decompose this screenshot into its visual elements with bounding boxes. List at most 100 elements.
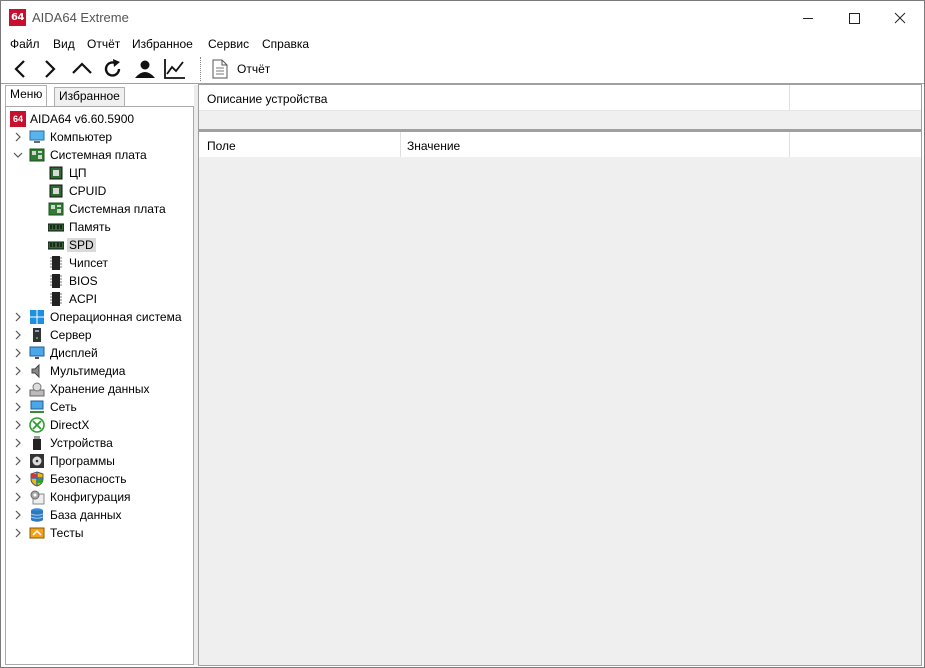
chevron-right-icon[interactable]: [13, 384, 23, 394]
chevron-right-icon[interactable]: [13, 132, 23, 142]
tree-item-root[interactable]: 64 AIDA64 v6.60.5900: [6, 110, 193, 128]
tree-label: Безопасность: [50, 472, 127, 486]
chip-icon: [50, 256, 62, 270]
menu-help[interactable]: Справка: [262, 37, 309, 51]
content-pane: Описание устройства Поле Значение: [198, 84, 922, 666]
tab-favorites[interactable]: Избранное: [54, 87, 125, 106]
tree-item-tests[interactable]: Тесты: [6, 524, 193, 542]
minimize-button[interactable]: [785, 1, 831, 35]
tree-item-directx[interactable]: DirectX: [6, 416, 193, 434]
tree-item-database[interactable]: База данных: [6, 506, 193, 524]
up-button[interactable]: [69, 56, 95, 82]
properties-list[interactable]: Поле Значение: [198, 130, 922, 666]
tree-label: Программы: [50, 454, 115, 468]
chevron-right-icon[interactable]: [13, 312, 23, 322]
menu-service[interactable]: Сервис: [208, 37, 249, 51]
column-separator[interactable]: [789, 85, 790, 110]
tree-item-programs[interactable]: Программы: [6, 452, 193, 470]
refresh-button[interactable]: [100, 56, 126, 82]
tree-item-bios[interactable]: BIOS: [6, 272, 193, 290]
chevron-right-icon[interactable]: [13, 456, 23, 466]
tree-label: ЦП: [69, 166, 87, 180]
toolbar-separator: [200, 57, 202, 81]
column-header-field[interactable]: Поле: [207, 139, 236, 153]
aida64-logo-icon: 64: [10, 111, 26, 127]
tree-item-network[interactable]: Сеть: [6, 398, 193, 416]
windows-icon: [30, 310, 44, 324]
chip-icon: [50, 274, 62, 288]
disk-icon: [29, 382, 45, 397]
chevron-up-icon: [72, 62, 92, 74]
tree-item-chipset[interactable]: Чипсет: [6, 254, 193, 272]
shield-icon: [30, 471, 44, 487]
device-description-header: Описание устройства: [199, 85, 921, 111]
tree-item-cpuid[interactable]: CPUID: [6, 182, 193, 200]
tab-menu[interactable]: Меню: [5, 85, 48, 106]
motherboard-icon: [29, 148, 45, 162]
maximize-button[interactable]: [831, 1, 877, 35]
tree-item-multimedia[interactable]: Мультимедиа: [6, 362, 193, 380]
menu-report[interactable]: Отчёт: [87, 37, 120, 51]
tree-item-config[interactable]: Конфигурация: [6, 488, 193, 506]
tree-item-server[interactable]: Сервер: [6, 326, 193, 344]
menu-file[interactable]: Файл: [10, 37, 40, 51]
tree-item-computer[interactable]: Компьютер: [6, 128, 193, 146]
menu-view[interactable]: Вид: [53, 37, 75, 51]
tree-label: ACPI: [69, 292, 98, 306]
chevron-right-icon: [45, 60, 56, 78]
tree-label: Чипсет: [69, 256, 108, 270]
column-header-value[interactable]: Значение: [407, 139, 460, 153]
chevron-right-icon[interactable]: [13, 528, 23, 538]
tree-item-cpu[interactable]: ЦП: [6, 164, 193, 182]
close-button[interactable]: [877, 1, 923, 35]
window-title: AIDA64 Extreme: [32, 10, 129, 25]
nav-tabs: Меню Избранное: [2, 85, 198, 106]
tree-item-os[interactable]: Операционная система: [6, 308, 193, 326]
back-button[interactable]: [8, 56, 34, 82]
chevron-right-icon[interactable]: [13, 510, 23, 520]
tree-item-memory[interactable]: Память: [6, 218, 193, 236]
chevron-right-icon[interactable]: [13, 492, 23, 502]
chevron-right-icon[interactable]: [13, 330, 23, 340]
forward-button[interactable]: [37, 56, 63, 82]
device-tree[interactable]: 64 AIDA64 v6.60.5900 Компьютер Системная…: [5, 106, 194, 665]
benchmark-button[interactable]: [162, 56, 188, 82]
user-button[interactable]: [131, 56, 157, 82]
refresh-icon: [104, 59, 121, 77]
chevron-right-icon[interactable]: [13, 438, 23, 448]
document-icon: [212, 59, 228, 79]
tree-label: Устройства: [50, 436, 113, 450]
tree-item-display[interactable]: Дисплей: [6, 344, 193, 362]
chevron-down-icon[interactable]: [13, 150, 23, 160]
motherboard-icon: [48, 202, 64, 216]
tree-label: Память: [69, 220, 111, 234]
tree-item-motherboard-sub[interactable]: Системная плата: [6, 200, 193, 218]
chevron-right-icon[interactable]: [13, 402, 23, 412]
tree-item-devices[interactable]: Устройства: [6, 434, 193, 452]
tree-item-security[interactable]: Безопасность: [6, 470, 193, 488]
list-header: Поле Значение: [199, 132, 921, 157]
chevron-right-icon[interactable]: [13, 348, 23, 358]
chip-icon: [50, 292, 62, 306]
tree-item-motherboard[interactable]: Системная плата: [6, 146, 193, 164]
tree-label: Сервер: [50, 328, 92, 342]
tree-label: Дисплей: [50, 346, 98, 360]
network-icon: [30, 400, 44, 413]
column-separator[interactable]: [789, 132, 790, 157]
tree-item-spd[interactable]: SPD: [6, 236, 193, 254]
report-label: Отчёт: [237, 62, 271, 76]
tree-item-storage[interactable]: Хранение данных: [6, 380, 193, 398]
chevron-right-icon[interactable]: [13, 474, 23, 484]
menu-favorites[interactable]: Избранное: [132, 37, 193, 51]
tree-label: Сеть: [50, 400, 77, 414]
tree-label: Тесты: [50, 526, 84, 540]
chevron-right-icon[interactable]: [13, 366, 23, 376]
tree-label: База данных: [50, 508, 122, 522]
close-icon: [894, 12, 906, 24]
chart-line-icon: [164, 59, 185, 79]
tree-item-acpi[interactable]: ACPI: [6, 290, 193, 308]
chevron-left-icon: [14, 60, 25, 78]
column-separator[interactable]: [400, 132, 401, 157]
chevron-right-icon[interactable]: [13, 420, 23, 430]
tree-label: Хранение данных: [50, 382, 150, 396]
